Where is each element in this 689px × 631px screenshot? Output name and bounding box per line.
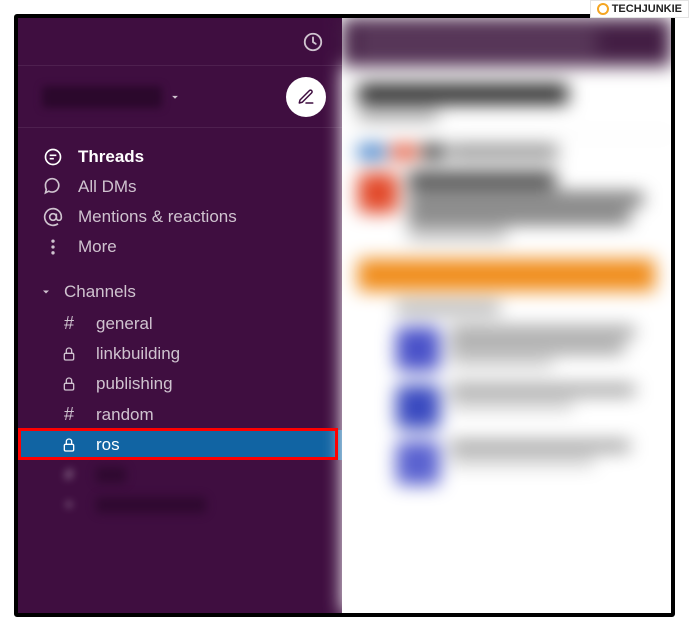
app-frame: Threads All DMs Mentions & reactions Mor… — [14, 14, 675, 617]
channel-add-blurred[interactable]: + — [18, 490, 342, 520]
channels-section-header[interactable]: Channels — [18, 268, 342, 308]
channel-item-linkbuilding[interactable]: linkbuilding — [18, 339, 342, 369]
compose-button[interactable] — [286, 77, 326, 117]
more-icon — [42, 237, 64, 257]
nav-list: Threads All DMs Mentions & reactions Mor… — [18, 128, 342, 268]
channel-name-blurred — [96, 497, 206, 513]
channels-list: # general linkbuilding publishing # random ros — [18, 308, 342, 460]
watermark-badge: TECHJUNKIE — [590, 0, 689, 18]
hash-icon: # — [58, 465, 80, 485]
lock-icon — [58, 376, 80, 392]
nav-mentions-label: Mentions & reactions — [78, 207, 237, 227]
nav-all-dms-label: All DMs — [78, 177, 137, 197]
channel-name: general — [96, 314, 153, 334]
hash-icon: # — [58, 313, 80, 334]
caret-down-icon — [40, 286, 52, 298]
channels-label: Channels — [64, 282, 136, 302]
nav-all-dms[interactable]: All DMs — [18, 172, 342, 202]
lock-icon — [58, 437, 80, 453]
workspace-header[interactable] — [18, 66, 342, 128]
history-icon[interactable] — [302, 31, 324, 53]
channel-name: linkbuilding — [96, 344, 180, 364]
mentions-icon — [42, 207, 64, 227]
watermark-text: TECHJUNKIE — [612, 3, 682, 15]
channel-item-publishing[interactable]: publishing — [18, 369, 342, 399]
watermark-icon — [597, 3, 609, 15]
lock-icon — [58, 346, 80, 362]
nav-threads[interactable]: Threads — [18, 142, 342, 172]
plus-icon: + — [58, 495, 80, 515]
chevron-down-icon — [168, 90, 182, 104]
threads-icon — [42, 147, 64, 167]
dms-icon — [42, 177, 64, 197]
channel-item-ros[interactable]: ros — [18, 430, 342, 460]
nav-mentions[interactable]: Mentions & reactions — [18, 202, 342, 232]
hash-icon: # — [58, 404, 80, 425]
channel-name: random — [96, 405, 154, 425]
channel-item-general[interactable]: # general — [18, 308, 342, 339]
sidebar: Threads All DMs Mentions & reactions Mor… — [18, 18, 342, 613]
workspace-name[interactable] — [42, 86, 286, 108]
nav-more[interactable]: More — [18, 232, 342, 262]
compose-icon — [297, 88, 315, 106]
sidebar-top-bar — [18, 18, 342, 66]
nav-more-label: More — [78, 237, 117, 257]
channel-name-blurred — [96, 467, 126, 483]
main-content-blurred — [342, 18, 671, 613]
channel-name: ros — [96, 435, 120, 455]
channel-name: publishing — [96, 374, 173, 394]
nav-threads-label: Threads — [78, 147, 144, 167]
workspace-name-blurred — [42, 86, 162, 108]
channel-item-blurred[interactable]: # — [18, 460, 342, 490]
channel-item-random[interactable]: # random — [18, 399, 342, 430]
